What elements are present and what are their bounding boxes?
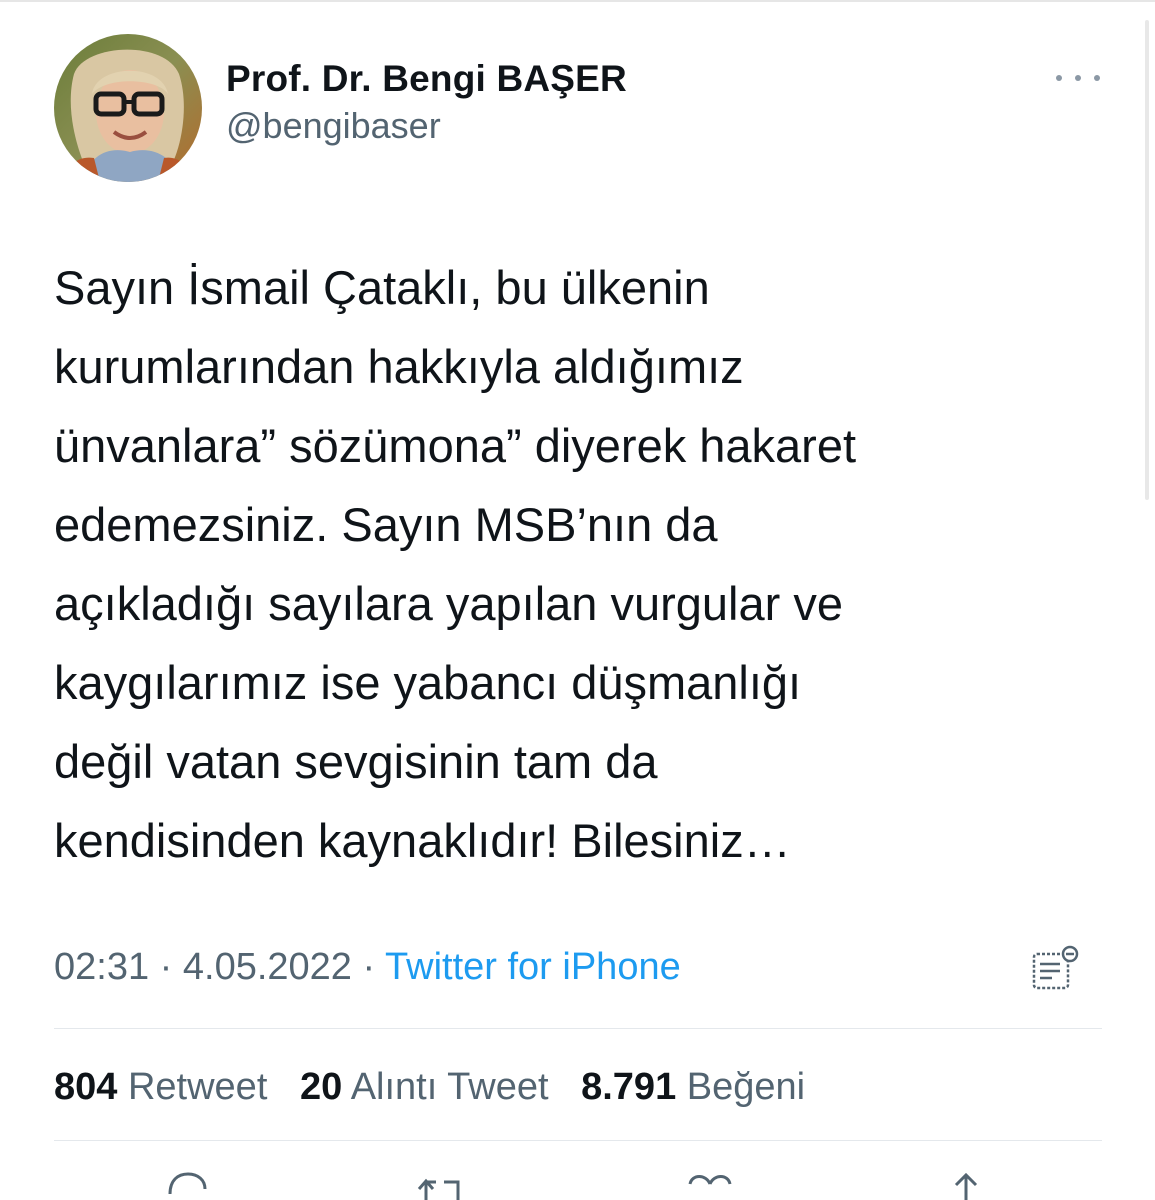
tweet-analytics-icon[interactable] [1030,944,1080,992]
meta-separator: · [159,946,173,988]
quote-label: Alıntı Tweet [350,1066,549,1108]
quote-stat[interactable]: 20 Alıntı Tweet [300,1066,559,1108]
retweet-count: 804 [54,1066,118,1108]
tweet-stats: 804 Retweet 20 Alıntı Tweet 8.791 Beğeni [54,1062,827,1112]
top-edge [0,0,1155,2]
more-options-icon[interactable] [1056,70,1100,86]
tweet-header: Prof. Dr. Bengi BAŞER @bengibaser [54,34,1104,184]
tweet-time[interactable]: 02:31 [54,946,149,988]
tweet-actions [0,1168,1155,1200]
divider [54,1140,1102,1141]
like-icon[interactable] [684,1168,736,1200]
display-name[interactable]: Prof. Dr. Bengi BAŞER [226,56,627,102]
tweet-meta: 02:31 · 4.05.2022 · Twitter for iPhone [54,942,681,992]
avatar[interactable] [54,34,202,182]
tweet-page: Prof. Dr. Bengi BAŞER @bengibaser Sayın … [0,0,1155,1200]
retweet-stat[interactable]: 804 Retweet [54,1066,278,1108]
profile-photo-icon [54,34,202,182]
retweet-label: Retweet [127,1066,268,1108]
like-stat[interactable]: 8.791 Beğeni [581,1066,805,1108]
meta-separator: · [362,946,376,988]
divider [54,1028,1102,1029]
like-count: 8.791 [581,1066,677,1108]
quote-count: 20 [299,1066,343,1108]
share-icon[interactable] [944,1168,988,1200]
user-handle[interactable]: @bengibaser [226,102,627,150]
retweet-icon[interactable] [414,1168,470,1200]
reply-icon[interactable] [164,1168,210,1200]
tweet-source-link[interactable]: Twitter for iPhone [385,946,681,988]
like-label: Beğeni [686,1066,806,1108]
user-names: Prof. Dr. Bengi BAŞER @bengibaser [226,56,627,150]
tweet-text: Sayın İsmail Çataklı, bu ülkenin kurumla… [54,261,857,867]
tweet-date[interactable]: 4.05.2022 [183,946,352,988]
scrollbar[interactable] [1145,20,1149,500]
